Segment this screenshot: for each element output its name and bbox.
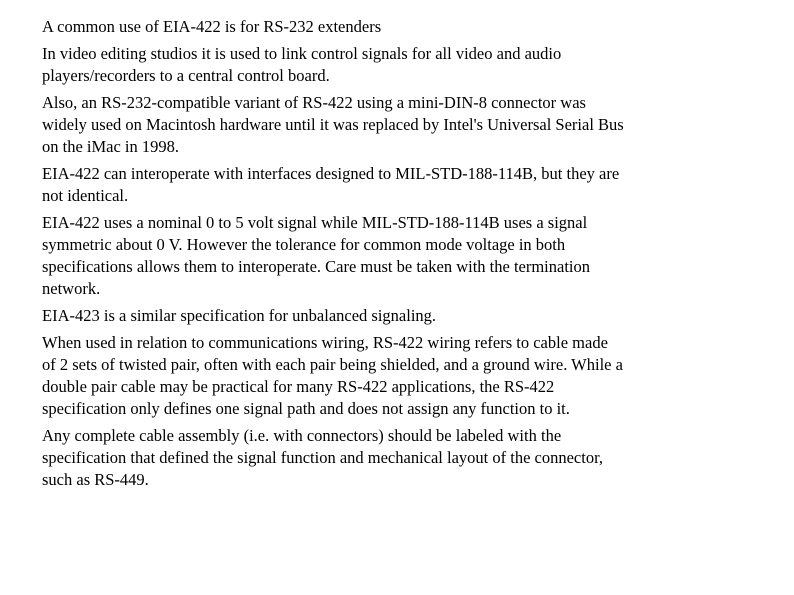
paragraph-rs232-extenders: A common use of EIA-422 is for RS-232 ex… (42, 17, 382, 36)
paragraph-wiring: When used in relation to communications … (42, 333, 623, 418)
paragraph-voltage-levels: EIA-422 uses a nominal 0 to 5 volt signa… (42, 213, 591, 298)
paragraph-macintosh-variant: Also, an RS-232-compatible variant of RS… (42, 93, 624, 156)
document-body: A common use of EIA-422 is for RS-232 ex… (42, 16, 692, 496)
paragraph-cable-labeling: Any complete cable assembly (i.e. with c… (42, 426, 604, 489)
paragraph-eia-423: EIA-423 is a similar specification for u… (42, 306, 437, 325)
paragraph-video-editing: In video editing studios it is used to l… (42, 44, 562, 85)
paragraph-mil-std-interoperate: EIA-422 can interoperate with interfaces… (42, 164, 620, 205)
